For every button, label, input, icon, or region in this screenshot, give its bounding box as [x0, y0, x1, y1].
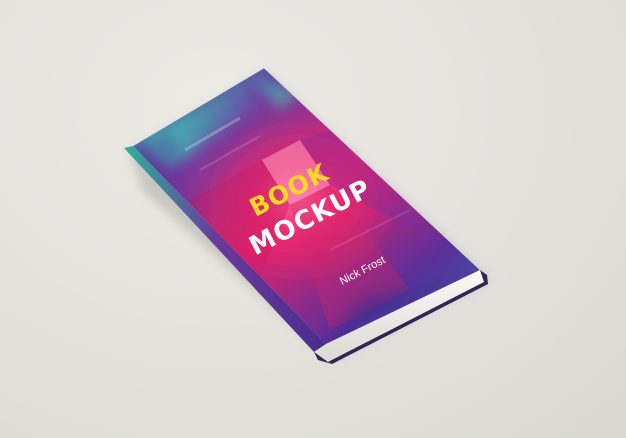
book-illustration: BOOK MOCKUP Nick Frost: [124, 67, 490, 364]
book-mockup-scene: BOOK MOCKUP Nick Frost: [0, 0, 626, 438]
